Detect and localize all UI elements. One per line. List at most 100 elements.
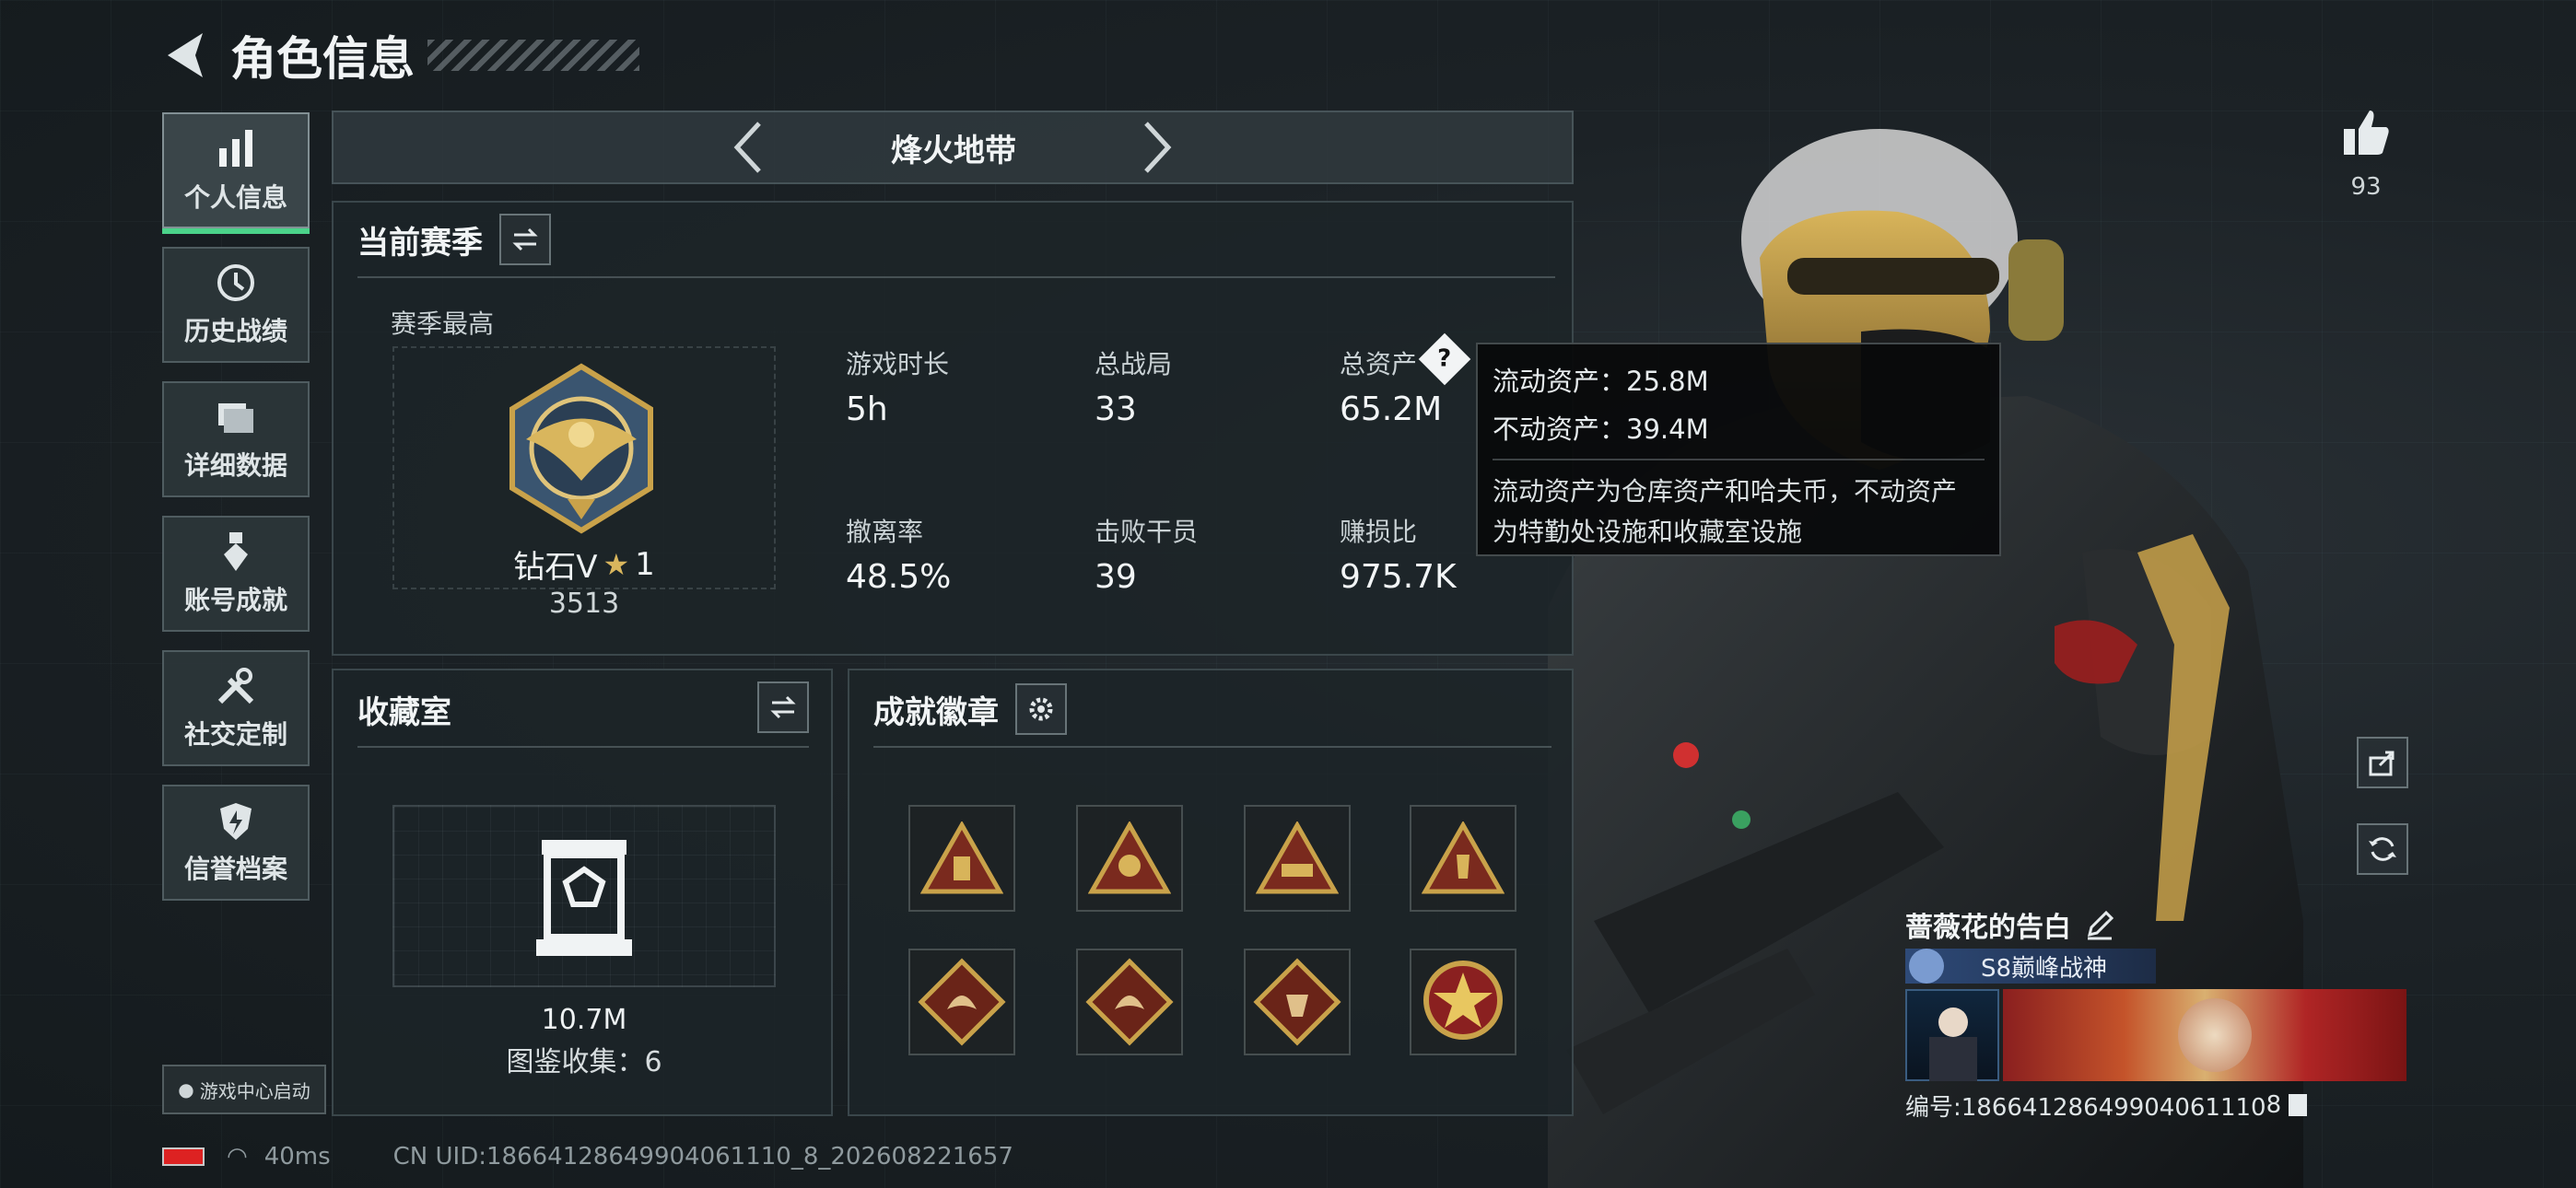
nav-item-history[interactable]: 历史战绩 — [162, 247, 310, 363]
achievement-badge[interactable] — [1076, 805, 1183, 912]
swap-collection-button[interactable] — [757, 681, 809, 733]
player-name-row: 蔷薇花的告白 — [1905, 903, 2406, 947]
stat-play-time: 游戏时长 5h — [846, 344, 949, 428]
game-center-button[interactable]: ● 游戏中心启动 — [162, 1065, 326, 1114]
rank-line: 钻石V ★ 1 — [392, 542, 776, 587]
stat-label: 赚损比 — [1340, 517, 1418, 547]
battery-icon — [162, 1147, 205, 1166]
mode-title: 烽火地带 — [829, 120, 1078, 175]
achievement-badge[interactable] — [1410, 805, 1516, 912]
triangle-badge-icon — [920, 821, 1003, 894]
uid-text: CN UID:18664128649904061110_8_2026082216… — [392, 1143, 1013, 1171]
current-season-title: 当前赛季 — [357, 217, 483, 262]
refresh-button[interactable] — [2357, 823, 2408, 875]
stat-profit-loss-ratio: 赚损比 975.7K — [1340, 512, 1457, 596]
achievement-badge[interactable] — [908, 949, 1015, 1055]
stat-value: 5h — [846, 390, 888, 428]
banner-art-image — [2003, 989, 2406, 1081]
header-stripe-decoration — [427, 40, 639, 71]
player-id: 编号:18664128649904061110 — [1905, 1093, 2266, 1122]
divider — [357, 276, 1555, 278]
section-title: 成就徽章 — [873, 694, 999, 731]
gear-icon — [1029, 697, 1053, 721]
title-tag: S8巅峰战神 — [1905, 949, 2156, 984]
star-emblem-icon — [1423, 961, 1503, 1040]
header: 角色信息 — [162, 28, 639, 86]
folder-icon — [218, 403, 253, 433]
diamond-badge-icon — [1085, 958, 1174, 1046]
shield-icon — [220, 803, 252, 840]
achievement-badge[interactable] — [908, 805, 1015, 912]
nav-item-account-achievements[interactable]: 账号成就 — [162, 516, 310, 632]
stat-extraction-rate: 撤离率 48.5% — [846, 512, 951, 596]
title-tag-label: S8巅峰战神 — [1981, 954, 2108, 983]
mode-label: 烽火地带 — [891, 132, 1016, 169]
total-assets-tooltip: 流动资产：25.8M 不动资产：39.4M 流动资产为仓库资产和哈夫币，不动资产… — [1476, 343, 2001, 556]
tooltip-liquid-assets: 流动资产：25.8M — [1493, 366, 1709, 397]
swap-icon — [770, 695, 796, 719]
share-button[interactable] — [2357, 737, 2408, 788]
achievement-badge[interactable] — [1244, 805, 1351, 912]
season-best-label: 赛季最高 — [391, 309, 495, 339]
swap-season-button[interactable] — [499, 214, 551, 265]
rank-score-row: 3513 — [392, 588, 776, 620]
rank-emblem-icon — [509, 363, 653, 534]
swap-icon — [512, 227, 538, 251]
rank-score: 3513 — [548, 588, 620, 620]
wifi-icon: ◠ — [227, 1143, 248, 1171]
bar-chart-icon — [219, 130, 252, 167]
chevron-right-icon[interactable] — [1139, 120, 1176, 175]
edit-pencil-icon[interactable] — [2084, 909, 2115, 940]
player-avatar[interactable] — [1905, 989, 1999, 1081]
star-icon: ★ — [603, 546, 630, 582]
chevron-left-icon[interactable] — [730, 120, 767, 175]
collection-value-row: 10.7M — [392, 1004, 776, 1036]
player-id-suffix: 8 — [2266, 1091, 2282, 1119]
stat-operators-defeated: 击败干员 39 — [1095, 512, 1198, 596]
achievement-badge[interactable] — [1244, 949, 1351, 1055]
likes-count: 93 — [2350, 173, 2382, 201]
diamond-badge-icon — [1253, 958, 1341, 1046]
achievement-badge[interactable] — [1076, 949, 1183, 1055]
triangle-badge-icon — [1088, 821, 1171, 894]
nav-label: 社交定制 — [183, 719, 287, 750]
tools-icon — [217, 668, 254, 705]
divider — [873, 746, 1551, 748]
triangle-badge-icon — [1422, 821, 1505, 894]
title-tag-emblem-icon — [1909, 949, 1944, 984]
display-case-icon — [536, 840, 632, 956]
back-arrow-icon[interactable] — [162, 29, 208, 81]
nav-label: 信誉档案 — [183, 854, 287, 884]
thumbs-up-icon[interactable] — [2340, 107, 2392, 158]
collection-value: 10.7M — [541, 1004, 627, 1036]
history-icon — [217, 264, 254, 301]
game-center-label: 游戏中心启动 — [199, 1079, 310, 1102]
stat-label: 击败干员 — [1095, 517, 1199, 547]
tooltip-divider — [1493, 459, 1985, 460]
divider — [357, 746, 809, 748]
tooltip-description: 为特勤处设施和收藏室设施 — [1493, 517, 1803, 547]
nav-label: 账号成就 — [183, 585, 287, 615]
nav-item-reputation[interactable]: 信誉档案 — [162, 785, 310, 901]
profile-banner — [1905, 989, 2406, 1081]
player-id-row: 编号:18664128649904061110 8 — [1905, 1087, 2421, 1124]
refresh-icon — [2369, 837, 2396, 861]
nav-label: 个人信息 — [183, 182, 287, 213]
achievement-badge[interactable] — [1410, 949, 1516, 1055]
achievement-settings-button[interactable] — [1015, 683, 1067, 735]
nav-label: 详细数据 — [183, 450, 287, 481]
nav-item-personal-info[interactable]: 个人信息 — [162, 112, 310, 234]
stat-total-matches: 总战局 33 — [1095, 344, 1172, 428]
nav-item-social-customization[interactable]: 社交定制 — [162, 650, 310, 766]
nav-label: 历史战绩 — [183, 316, 287, 346]
stat-label: 撤离率 — [846, 517, 924, 547]
player-name: 蔷薇花的告白 — [1905, 912, 2071, 944]
stat-value: 33 — [1095, 390, 1137, 428]
tooltip-description: 流动资产为仓库资产和哈夫币，不动资产 — [1493, 476, 1958, 507]
page-title: 角色信息 — [230, 32, 415, 86]
copy-icon[interactable] — [2289, 1094, 2308, 1116]
diamond-badge-icon — [918, 958, 1006, 1046]
nav-item-detailed-data[interactable]: 详细数据 — [162, 381, 310, 497]
ping-value: 40ms — [263, 1143, 331, 1171]
rank-name: 钻石V — [513, 549, 598, 586]
